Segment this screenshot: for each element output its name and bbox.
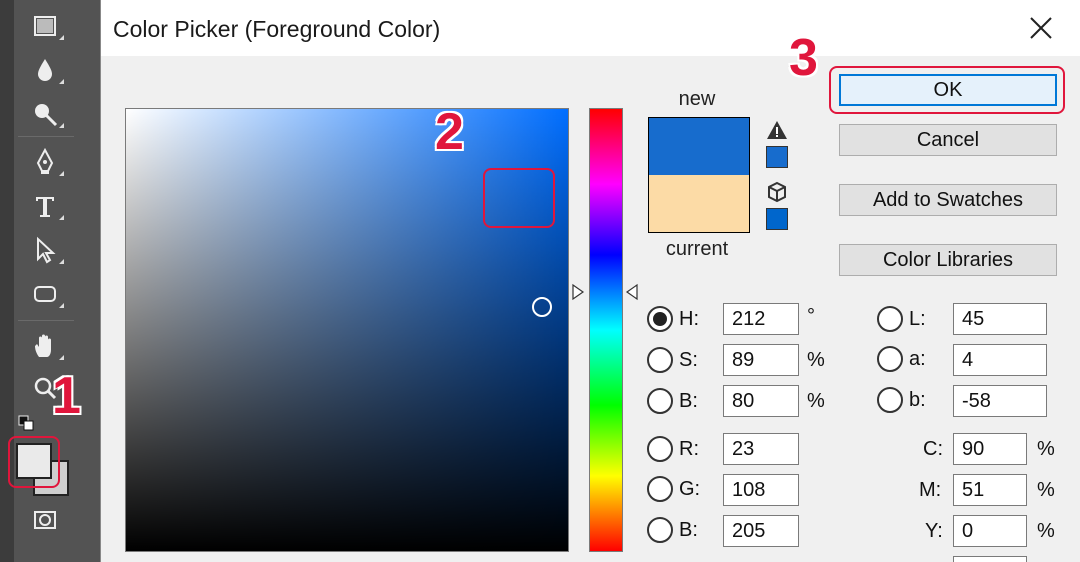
current-label: current xyxy=(665,238,729,260)
red-label: R: xyxy=(679,438,699,460)
lab-b-label: b: xyxy=(909,389,926,411)
step3-highlight xyxy=(829,66,1065,114)
hand-tool[interactable] xyxy=(22,326,68,366)
web-safe-color-swatch[interactable] xyxy=(766,208,788,230)
saturation-unit: % xyxy=(807,349,825,371)
dodge-icon xyxy=(35,104,58,127)
brightness-unit: % xyxy=(807,390,825,412)
red-radio[interactable] xyxy=(647,436,673,462)
quick-mask-tool[interactable] xyxy=(22,500,68,540)
quick-mask-icon xyxy=(34,511,56,529)
lab-a-label: a: xyxy=(909,348,926,370)
green-input[interactable]: 108 xyxy=(723,474,799,506)
gamut-warning-icon[interactable] xyxy=(765,118,789,142)
magenta-input[interactable]: 51 xyxy=(953,474,1027,506)
lab-a-radio[interactable] xyxy=(877,346,903,372)
cyan-input[interactable]: 90 xyxy=(953,433,1027,465)
foreground-color-swatch[interactable] xyxy=(16,443,52,479)
hue-label: H: xyxy=(679,308,699,330)
color-picker-dialog: Color Picker (Foreground Color) 2 new cu… xyxy=(100,0,1080,562)
brightness-radio[interactable] xyxy=(647,388,673,414)
pen-icon xyxy=(36,147,54,174)
default-colors-icon[interactable] xyxy=(18,415,38,435)
saturation-label: S: xyxy=(679,349,698,371)
water-drop-icon xyxy=(38,59,52,81)
gradient-icon xyxy=(34,16,56,36)
shape-tool[interactable] xyxy=(22,274,68,314)
step3-number: 3 xyxy=(789,29,818,87)
dodge-tool[interactable] xyxy=(22,94,68,134)
lab-l-radio[interactable] xyxy=(877,306,903,332)
type-tool[interactable] xyxy=(22,186,68,226)
close-icon[interactable] xyxy=(1027,14,1055,42)
path-selection-tool[interactable] xyxy=(22,230,68,270)
color-libraries-button[interactable]: Color Libraries xyxy=(839,244,1057,276)
lab-b-radio[interactable] xyxy=(877,387,903,413)
type-icon xyxy=(36,197,54,217)
new-label: new xyxy=(678,88,716,110)
color-field-picker[interactable] xyxy=(532,297,552,317)
step2-highlight xyxy=(483,168,555,228)
slider-handle-left-icon[interactable] xyxy=(571,283,585,301)
gradient-tool[interactable] xyxy=(22,6,68,46)
cyan-label: C: xyxy=(923,438,943,460)
green-label: G: xyxy=(679,478,701,500)
hand-icon xyxy=(35,334,51,357)
blur-tool[interactable] xyxy=(22,50,68,90)
hue-radio[interactable] xyxy=(647,306,673,332)
yellow-input[interactable]: 0 xyxy=(953,515,1027,547)
yellow-unit: % xyxy=(1037,520,1055,542)
brightness-input[interactable]: 80 xyxy=(723,385,799,417)
add-to-swatches-button[interactable]: Add to Swatches xyxy=(839,184,1057,216)
saturation-radio[interactable] xyxy=(647,347,673,373)
slider-handle-right-icon[interactable] xyxy=(625,283,639,301)
lab-b-input[interactable]: -58 xyxy=(953,385,1047,417)
yellow-label: Y: xyxy=(925,520,943,542)
hue-slider[interactable] xyxy=(589,108,623,552)
brightness-label: B: xyxy=(679,390,698,412)
title-bar: Color Picker (Foreground Color) xyxy=(101,0,1080,56)
dialog-title: Color Picker (Foreground Color) xyxy=(113,16,441,42)
saturation-input[interactable]: 89 xyxy=(723,344,799,376)
current-color-swatch[interactable] xyxy=(648,175,750,233)
hue-unit: ° xyxy=(807,305,815,327)
gamut-color-swatch[interactable] xyxy=(766,146,788,168)
blue-input[interactable]: 205 xyxy=(723,515,799,547)
red-input[interactable]: 23 xyxy=(723,433,799,465)
cancel-button[interactable]: Cancel xyxy=(839,124,1057,156)
hue-input[interactable]: 212 xyxy=(723,303,799,335)
new-color-swatch xyxy=(648,117,750,175)
green-radio[interactable] xyxy=(647,476,673,502)
cyan-unit: % xyxy=(1037,438,1055,460)
black-input[interactable] xyxy=(953,556,1027,562)
web-safe-cube-icon[interactable] xyxy=(765,180,789,204)
magenta-label: M: xyxy=(919,479,942,501)
lab-l-label: L: xyxy=(909,308,926,330)
lab-a-input[interactable]: 4 xyxy=(953,344,1047,376)
rounded-rect-icon xyxy=(34,286,56,302)
blue-label: B: xyxy=(679,519,698,541)
lab-l-input[interactable]: 45 xyxy=(953,303,1047,335)
blue-radio[interactable] xyxy=(647,517,673,543)
step1-number: 1 xyxy=(52,367,81,425)
magenta-unit: % xyxy=(1037,479,1055,501)
pen-tool[interactable] xyxy=(22,142,68,182)
step2-number: 2 xyxy=(435,103,464,161)
arrow-cursor-icon xyxy=(37,236,56,264)
